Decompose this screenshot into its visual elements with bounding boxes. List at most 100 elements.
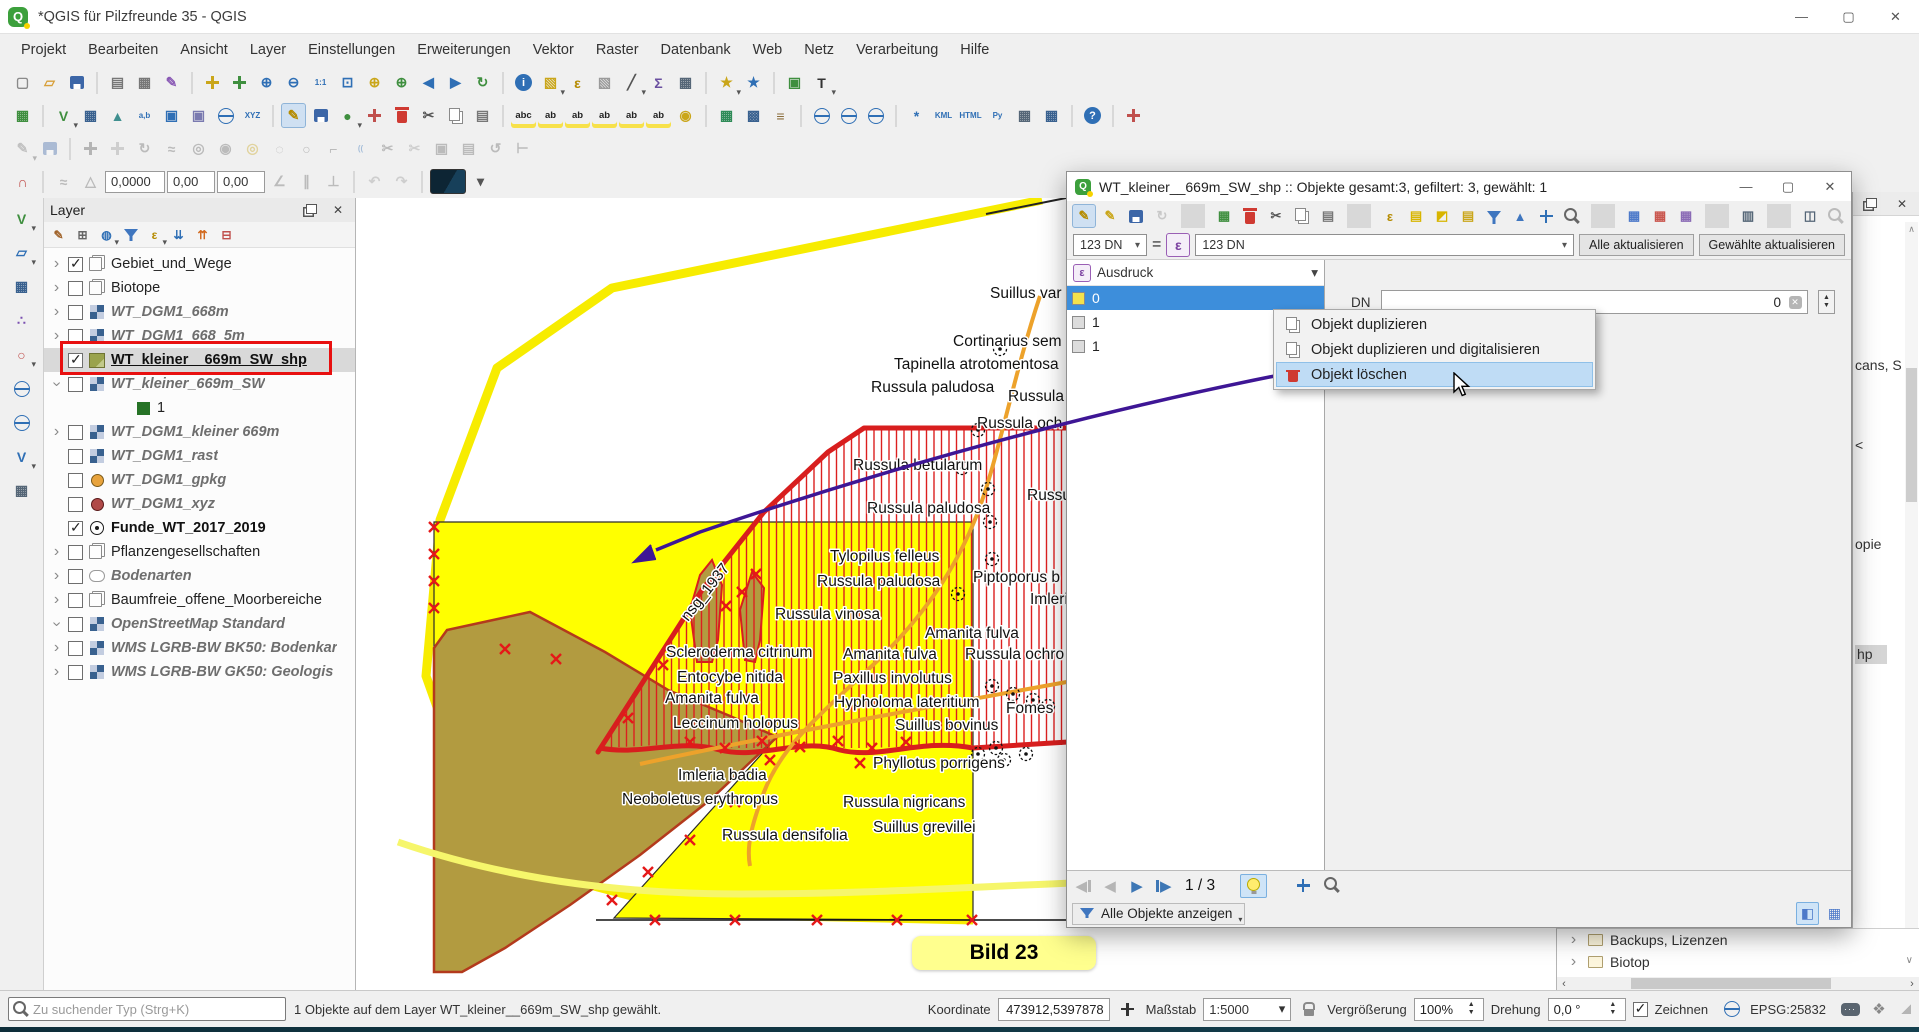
browser-folder-item[interactable]: Biotop [1557,951,1919,973]
raster-tools-icon[interactable]: ▦ [9,274,34,299]
locator-search[interactable] [8,997,286,1021]
vertical-scrollbar[interactable] [1905,222,1918,978]
project-open-icon[interactable]: ▱ [37,70,62,95]
expander-icon[interactable] [50,667,63,677]
separator[interactable] [705,72,707,94]
separator[interactable] [1112,105,1114,127]
globe-tools-icon[interactable] [9,376,34,401]
add-spatialite-icon[interactable]: ▣ [186,103,211,128]
parallel-icon[interactable]: ∥ [294,169,319,194]
pan-to-selection-icon[interactable] [1534,204,1558,228]
layer-checkbox[interactable] [68,449,83,464]
copy-icon[interactable] [1290,204,1314,228]
merge-features-icon[interactable]: ▣ [429,136,454,161]
expander-icon[interactable] [50,427,63,437]
cut-features-icon[interactable]: ✂ [416,103,441,128]
attribute-table-icon[interactable]: ▦ [673,70,698,95]
crs-globe-icon[interactable] [1721,998,1743,1020]
zoom-in-icon[interactable]: ⊕ [254,70,279,95]
rotate-point-symbols-icon[interactable]: ↺ [483,136,508,161]
delete-selected-icon[interactable] [389,103,414,128]
menu-item[interactable]: Erweiterungen [406,42,522,58]
field-combo[interactable]: 123 DN [1073,234,1147,256]
koordinate-input[interactable] [1004,1002,1104,1017]
datasource-manager-icon[interactable]: ▦ [10,103,35,128]
separator[interactable] [42,171,44,193]
layer-tree-item[interactable]: WT_DGM1_rast [44,444,355,468]
close-panel-icon[interactable] [1891,193,1913,215]
last-feature-button[interactable] [1154,875,1174,897]
shape-digitizing-icon[interactable]: ▱ [9,240,34,265]
measure-icon[interactable]: ╱ [619,70,644,95]
layer-checkbox[interactable] [68,593,83,608]
menu-item[interactable]: Hilfe [949,42,1000,58]
separator[interactable] [191,72,193,94]
expander-icon[interactable] [50,643,63,653]
menu-item[interactable]: Raster [585,42,650,58]
layer-checkbox[interactable] [68,305,83,320]
layer-checkbox[interactable] [68,521,83,536]
help-icon[interactable]: ? [1080,103,1105,128]
toggle-editing-icon[interactable]: ✎ [1072,204,1096,228]
python-console-icon[interactable]: Py [985,103,1010,128]
expander-icon[interactable] [50,595,63,605]
dialog-maximize-button[interactable] [1767,172,1809,201]
scroll-down-icon[interactable] [1906,955,1913,966]
separator[interactable] [69,138,71,160]
label-options-icon[interactable]: abc [511,103,536,128]
expander-icon[interactable] [50,619,63,629]
separator[interactable] [773,72,775,94]
save-edits-icon[interactable] [308,103,333,128]
collapse-all-icon[interactable]: ⇈ [192,224,213,245]
layer-tree-item[interactable]: OpenStreetMap Standard [44,612,355,636]
menu-item[interactable]: Vektor [522,42,585,58]
select-by-expression-icon[interactable]: ε [565,70,590,95]
dialog-close-button[interactable] [1809,172,1851,201]
wms-services-icon[interactable] [836,103,861,128]
save-edits-icon[interactable] [1124,204,1148,228]
messages-icon[interactable] [1839,998,1861,1020]
search-icon[interactable] [1824,204,1848,228]
split-parts-icon[interactable]: ✂ [402,136,427,161]
menu-item[interactable]: Ansicht [169,42,239,58]
context-menu-item[interactable]: Objekt duplizieren und digitalisieren [1276,337,1593,362]
raster-calculator-icon[interactable]: ▦ [714,103,739,128]
expander-icon[interactable] [1567,957,1580,967]
separator[interactable] [705,105,707,127]
delete-part-icon[interactable]: ○ [294,136,319,161]
new-bookmark-icon[interactable]: ★ [714,70,739,95]
feature-list-row[interactable]: 0 [1067,286,1324,310]
digitize-icon[interactable]: ● [335,103,360,128]
highlight-feature-button[interactable] [1240,874,1267,898]
form-view-toggle[interactable] [1796,902,1819,925]
offset-curve-icon[interactable]: (( [348,136,373,161]
zoom-to-selection-icon[interactable]: ⊕ [362,70,387,95]
text-annotation-icon[interactable]: T [809,70,834,95]
add-feature-icon[interactable]: ▦ [1212,204,1236,228]
separator[interactable] [1705,204,1729,228]
layer-checkbox[interactable] [68,665,83,680]
new-map-view-icon[interactable]: ▣ [782,70,807,95]
rotation-field[interactable] [1548,998,1626,1021]
separator[interactable] [1767,204,1791,228]
separator[interactable] [502,72,504,94]
label-move-icon[interactable]: ab [592,103,617,128]
mesh-tools-icon[interactable] [9,410,34,435]
scroll-left-icon[interactable]: ‹ [1557,978,1571,990]
layer-checkbox[interactable] [68,425,83,440]
layer-checkbox[interactable] [68,497,83,512]
expander-icon[interactable] [50,379,63,389]
zeichnen-checkbox[interactable] [1633,1002,1648,1017]
context-menu-item[interactable]: Objekt löschen [1276,362,1593,387]
layer-tree-item[interactable]: Baumfreie_offene_Moorbereiche [44,588,355,612]
separator[interactable] [353,171,355,193]
fill-ring-icon[interactable]: ◎ [240,136,265,161]
value-spinner[interactable] [1818,290,1835,314]
expander-icon[interactable] [50,307,63,317]
layer-checkbox[interactable] [68,545,83,560]
cad-x-field[interactable]: 0,0000 [105,171,165,193]
filter-legend-icon[interactable] [120,224,141,245]
conditional-formatting-icon[interactable]: ▥ [1736,204,1760,228]
menu-item[interactable]: Web [742,42,794,58]
minimize-button[interactable] [1778,0,1825,33]
